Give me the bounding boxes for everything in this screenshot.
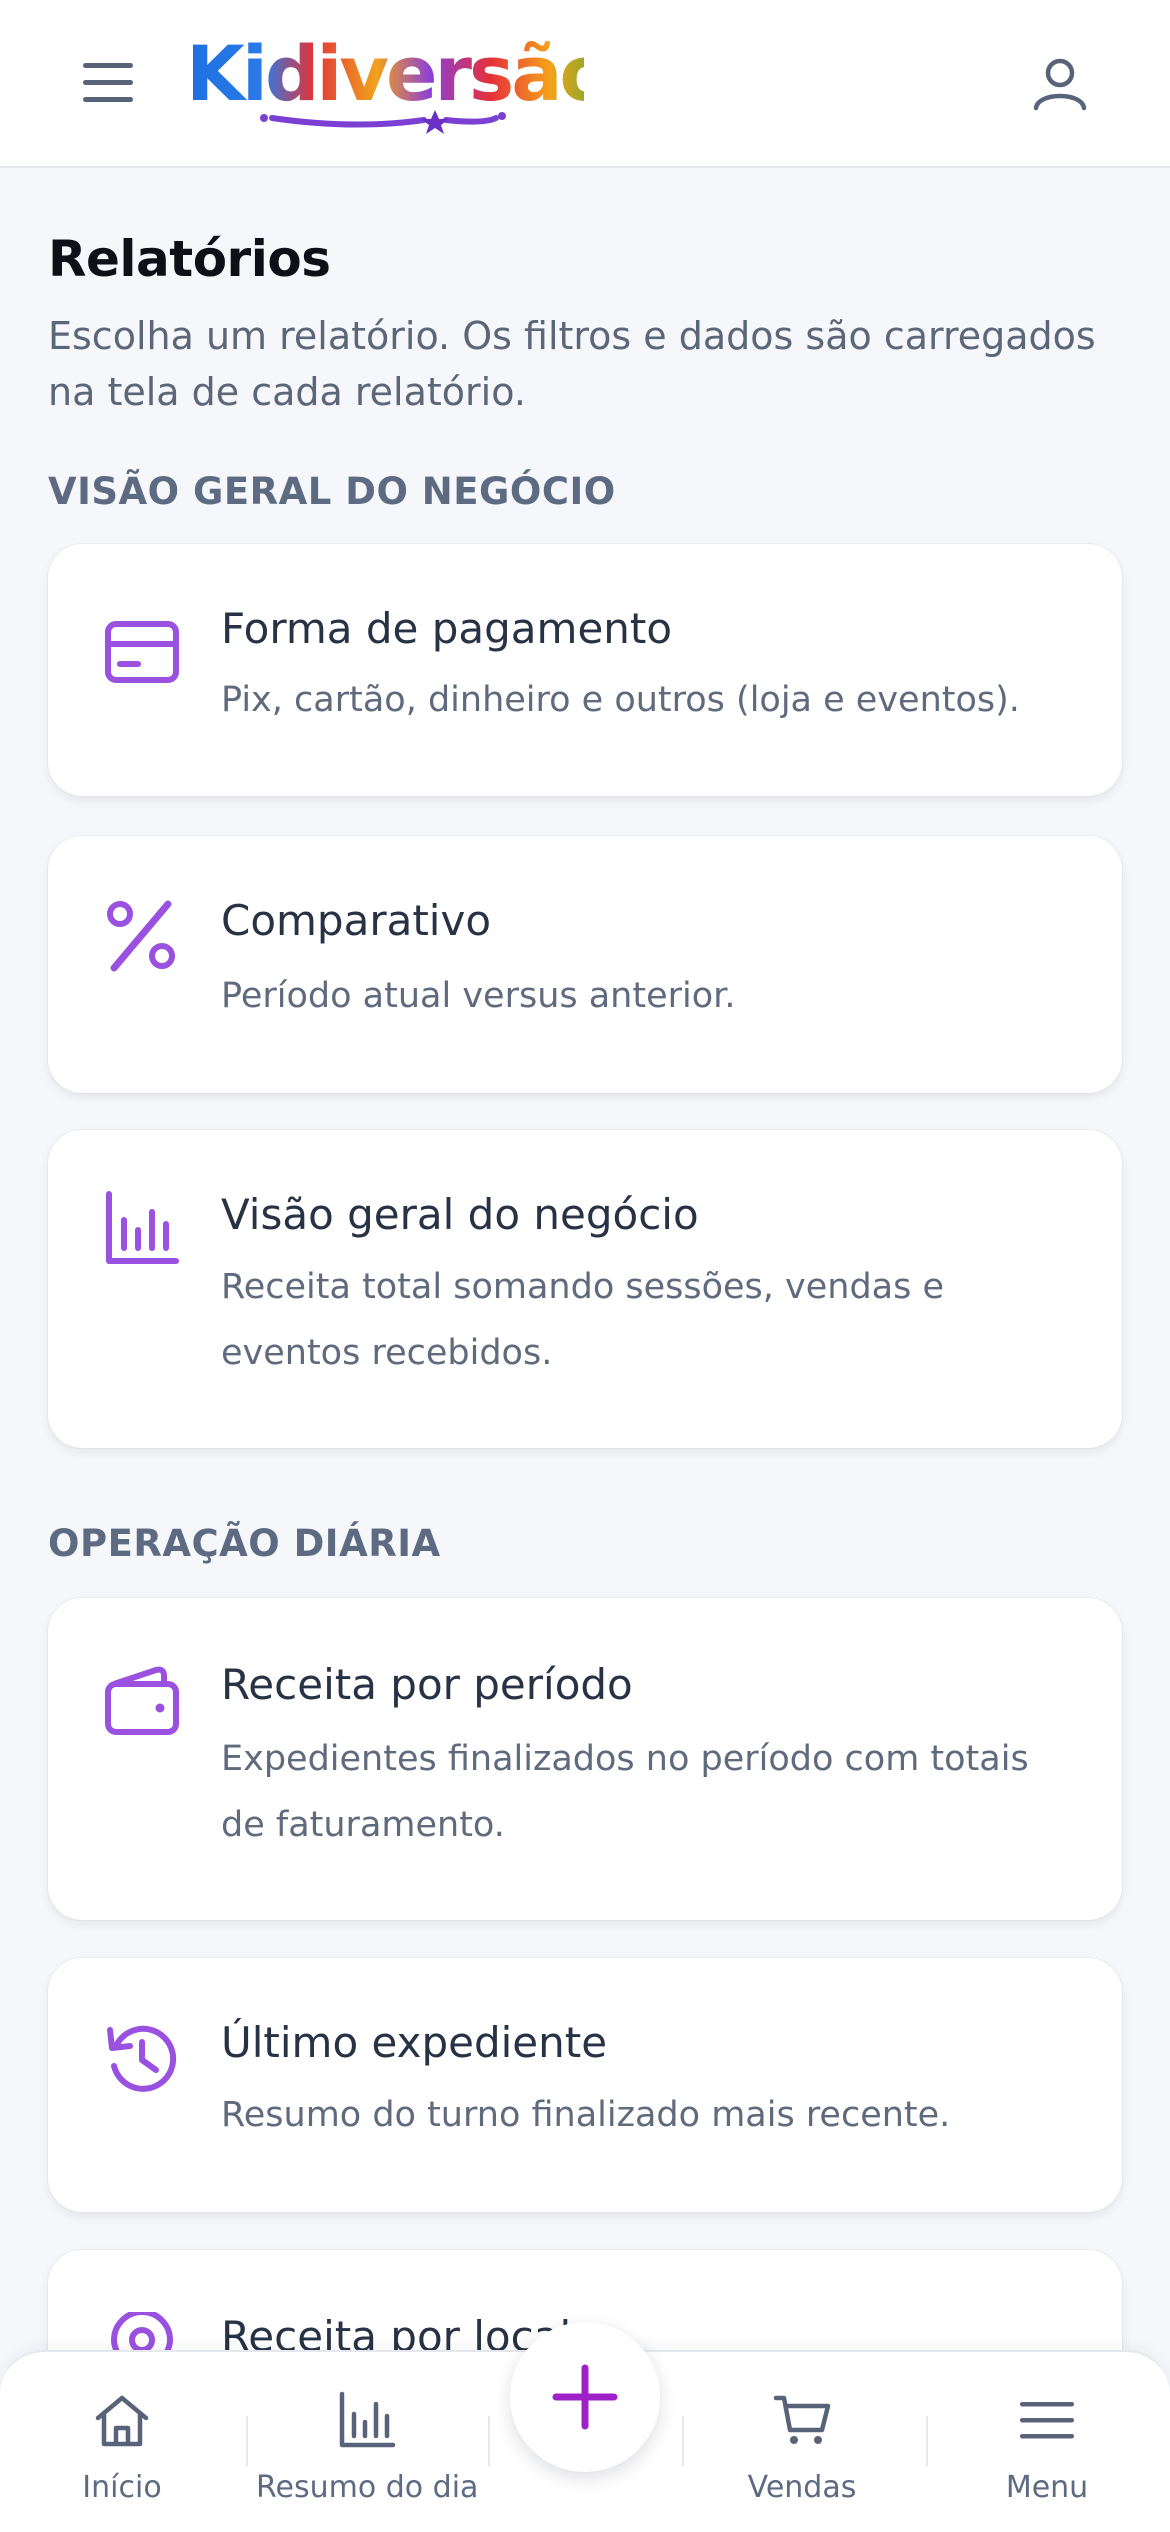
card-title: Forma de pagamento: [221, 604, 673, 653]
wallet-icon: [104, 1662, 180, 1738]
report-card-revenue-by-period[interactable]: Receita por período Expedientes finaliza…: [48, 1598, 1122, 1920]
nav-divider: [488, 2416, 490, 2466]
report-card-business-overview[interactable]: Visão geral do negócio Receita total som…: [48, 1130, 1122, 1448]
cart-icon: [773, 2395, 831, 2444]
nav-item-sales[interactable]: Vendas: [722, 2352, 882, 2532]
nav-item-daily-summary[interactable]: Resumo do dia: [256, 2352, 478, 2532]
card-description: Resumo do turno finalizado mais recente.: [221, 2095, 951, 2135]
home-icon: [95, 2395, 149, 2447]
card-description: Receita total somando sessões, vendas e …: [221, 1267, 945, 1373]
nav-label: Vendas: [747, 2470, 857, 2505]
section-label-business-overview: VISÃO GERAL DO NEGÓCIO: [48, 470, 616, 513]
hamburger-menu-icon: [1020, 2402, 1074, 2439]
bar-chart-icon: [104, 1190, 180, 1266]
nav-divider: [246, 2416, 248, 2466]
history-icon: [104, 2020, 180, 2096]
card-title: Receita por período: [221, 1660, 633, 1709]
plus-icon: [552, 2364, 618, 2430]
nav-label: Início: [82, 2470, 162, 2505]
report-card-comparative[interactable]: Comparativo Período atual versus anterio…: [48, 836, 1122, 1093]
nav-item-home[interactable]: Início: [42, 2352, 202, 2532]
logo-text: Kidiversão: [186, 29, 584, 118]
bar-chart-icon: [339, 2391, 396, 2448]
section-label-daily-operation: OPERAÇÃO DIÁRIA: [48, 1522, 441, 1565]
card-description: Pix, cartão, dinheiro e outros (loja e e…: [221, 680, 1020, 720]
kidiversao-logo[interactable]: Kidiversão: [184, 26, 612, 138]
page-subtitle: Escolha um relatório. Os filtros e dados…: [48, 314, 1096, 414]
card-title: Comparativo: [221, 896, 492, 945]
card-description: Período atual versus anterior.: [221, 976, 736, 1016]
report-card-payment-method[interactable]: Forma de pagamento Pix, cartão, dinheiro…: [48, 544, 1122, 796]
nav-item-menu[interactable]: Menu: [967, 2352, 1127, 2532]
app-header: Kidiversão: [0, 0, 1170, 168]
reports-screen: Kidiversão Relatórios Escolha um relatór…: [0, 0, 1170, 2532]
add-button[interactable]: [510, 2322, 660, 2472]
nav-label: Menu: [1005, 2470, 1089, 2505]
page-title: Relatórios: [48, 230, 331, 288]
user-icon[interactable]: [1030, 56, 1090, 112]
report-card-last-shift[interactable]: Último expediente Resumo do turno finali…: [48, 1958, 1122, 2212]
nav-label: Resumo do dia: [256, 2470, 479, 2505]
hamburger-menu-icon[interactable]: [80, 58, 136, 108]
card-title: Visão geral do negócio: [221, 1190, 699, 1239]
percent-icon: [104, 898, 180, 974]
card-description: Expedientes finalizados no período com t…: [221, 1739, 1029, 1845]
card-title: Último expediente: [221, 2018, 608, 2067]
nav-divider: [682, 2416, 684, 2466]
credit-card-icon: [104, 614, 180, 690]
nav-divider: [926, 2416, 928, 2466]
